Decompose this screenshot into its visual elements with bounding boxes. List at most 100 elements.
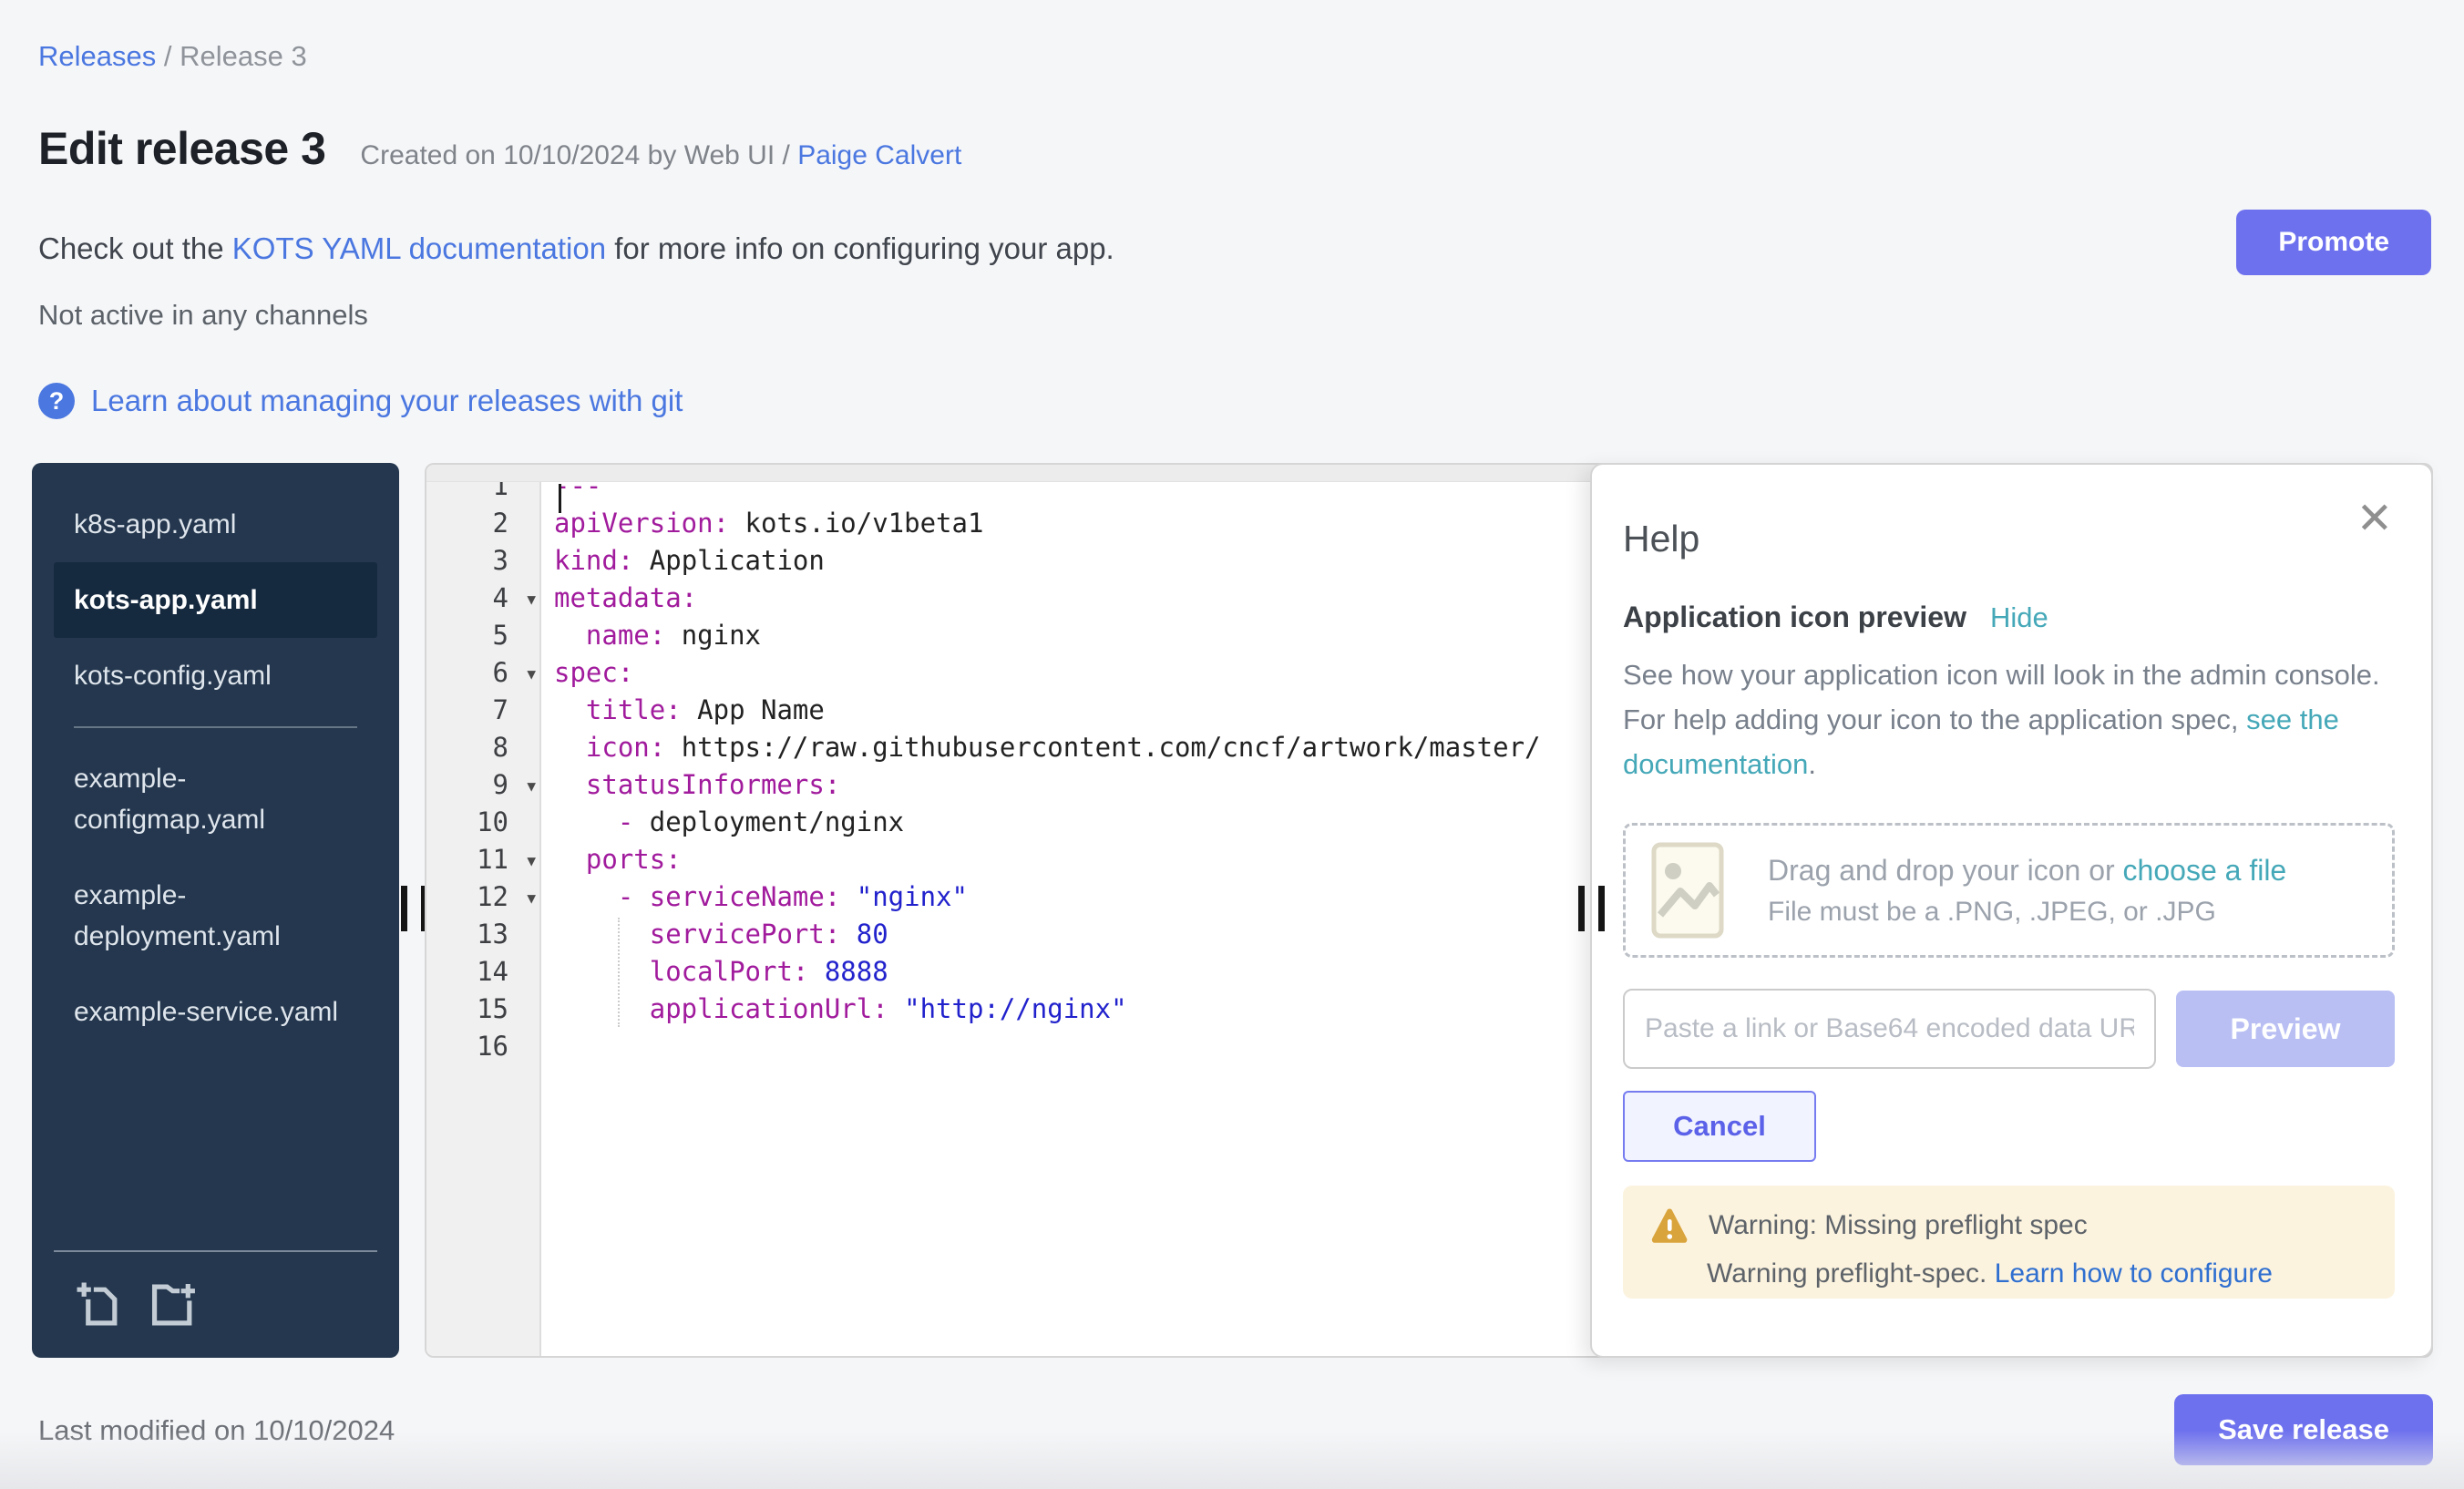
line-number: 15 (426, 991, 539, 1028)
line-number: 12▼ (426, 878, 539, 916)
warning-box: Warning: Missing preflight spec Warning … (1623, 1186, 2395, 1299)
code-text[interactable]: - deployment/nginx (539, 804, 904, 841)
code-text[interactable]: kind: Application (539, 542, 825, 580)
image-placeholder-icon (1651, 842, 1724, 939)
code-text[interactable] (539, 1028, 554, 1065)
add-folder-icon[interactable] (150, 1281, 198, 1329)
fold-arrow-icon[interactable]: ▼ (527, 580, 536, 618)
help-resize-handle[interactable] (1578, 886, 1605, 931)
warning-triangle-icon (1650, 1207, 1689, 1244)
line-number: 2 (426, 505, 539, 542)
warning-title: Warning: Missing preflight spec (1709, 1210, 2088, 1241)
breadcrumb: Releases / Release 3 (38, 40, 307, 73)
save-release-button[interactable]: Save release (2174, 1394, 2433, 1465)
icon-url-row: Preview (1623, 989, 2395, 1069)
code-text[interactable]: localPort: 8888 (539, 953, 888, 991)
breadcrumb-releases-link[interactable]: Releases (38, 40, 156, 72)
help-section-row: Application icon preview Hide (1623, 601, 2395, 634)
hide-link[interactable]: Hide (1990, 601, 2048, 634)
code-text[interactable]: statusInformers: (539, 766, 840, 804)
last-modified-text: Last modified on 10/10/2024 (38, 1414, 395, 1447)
line-number: 11▼ (426, 841, 539, 878)
page-title: Edit release 3 (38, 122, 325, 175)
code-text[interactable]: spec: (539, 654, 633, 692)
main-area: k8s-app.yamlkots-app.yamlkots-config.yam… (32, 463, 2433, 1358)
warning-body-text: Warning preflight-spec. (1707, 1258, 1995, 1289)
code-text[interactable]: icon: https://raw.githubusercontent.com/… (539, 729, 1541, 766)
help-inner: Help Application icon preview Hide See h… (1592, 465, 2431, 1299)
line-number: 16 (426, 1028, 539, 1065)
line-number: 4▼ (426, 580, 539, 617)
icon-url-input[interactable] (1623, 989, 2156, 1069)
code-text[interactable]: metadata: (539, 580, 697, 617)
question-circle-icon: ? (38, 383, 75, 419)
dropzone-line1: Drag and drop your icon or (1768, 854, 2123, 887)
line-number: 5 (426, 617, 539, 654)
line-number: 13 (426, 916, 539, 953)
code-text[interactable]: --- (539, 482, 601, 505)
dropzone-line2: File must be a .PNG, .JPEG, or .JPG (1768, 897, 2286, 928)
intro-after: for more info on configuring your app. (606, 231, 1114, 265)
breadcrumb-current: Release 3 (180, 40, 307, 72)
author-link[interactable]: Paige Calvert (797, 140, 961, 170)
breadcrumb-separator: / (156, 40, 180, 72)
created-text: Created on 10/10/2024 by Web UI / Paige … (360, 140, 961, 171)
add-file-icon[interactable] (76, 1281, 123, 1329)
promote-button[interactable]: Promote (2236, 210, 2431, 275)
cancel-button[interactable]: Cancel (1623, 1091, 1816, 1162)
dropzone-text: Drag and drop your icon or choose a file… (1768, 854, 2286, 928)
warning-configure-link[interactable]: Learn how to configure (1995, 1258, 2273, 1289)
kots-docs-link[interactable]: KOTS YAML documentation (232, 231, 606, 265)
code-text[interactable]: apiVersion: kots.io/v1beta1 (539, 505, 983, 542)
warning-body: Warning preflight-spec. Learn how to con… (1707, 1258, 2367, 1289)
help-desc-period: . (1808, 748, 1816, 780)
handle-bar (1598, 886, 1605, 931)
created-prefix: Created on 10/10/2024 by Web UI / (360, 140, 797, 170)
code-text[interactable]: - serviceName: "nginx" (539, 878, 968, 916)
line-number: 8 (426, 729, 539, 766)
line-number: 6▼ (426, 654, 539, 692)
git-help-link[interactable]: ? Learn about managing your releases wit… (38, 383, 683, 419)
icon-preview-title: Application icon preview (1623, 601, 1966, 634)
line-number: 14 (426, 953, 539, 991)
text-cursor (559, 484, 561, 513)
fold-arrow-icon[interactable]: ▼ (527, 655, 536, 693)
intro-before: Check out the (38, 231, 232, 265)
fold-arrow-icon[interactable]: ▼ (527, 879, 536, 917)
line-number: 7 (426, 692, 539, 729)
preview-button[interactable]: Preview (2176, 991, 2395, 1067)
code-text[interactable]: ports: (539, 841, 682, 878)
choose-file-link[interactable]: choose a file (2123, 854, 2287, 887)
handle-bar (401, 886, 407, 931)
channel-status: Not active in any channels (38, 299, 368, 332)
code-text[interactable]: name: nginx (539, 617, 761, 654)
fold-arrow-icon[interactable]: ▼ (527, 767, 536, 805)
line-number: 10 (426, 804, 539, 841)
help-panel: ✕ Help Application icon preview Hide See… (1590, 463, 2433, 1358)
file-item-example-configmap.yaml[interactable]: example-configmap.yaml (54, 741, 377, 857)
sidebar-resize-handle[interactable] (401, 886, 427, 931)
intro-text: Check out the KOTS YAML documentation fo… (38, 231, 1114, 266)
file-item-example-service.yaml[interactable]: example-service.yaml (54, 974, 377, 1050)
file-item-example-deployment.yaml[interactable]: example-deployment.yaml (54, 857, 377, 974)
git-help-label: Learn about managing your releases with … (91, 384, 683, 418)
line-number: 9▼ (426, 766, 539, 804)
indent-guide (618, 918, 620, 1027)
handle-bar (1578, 886, 1585, 931)
line-number: 3 (426, 542, 539, 580)
code-text[interactable]: applicationUrl: "http://nginx" (539, 991, 1127, 1028)
code-text[interactable]: servicePort: 80 (539, 916, 888, 953)
line-number: 1 (426, 482, 539, 505)
title-row: Edit release 3 Created on 10/10/2024 by … (38, 122, 961, 175)
file-item-kots-config.yaml[interactable]: kots-config.yaml (54, 638, 377, 714)
file-item-kots-app.yaml[interactable]: kots-app.yaml (54, 562, 377, 638)
file-sidebar: k8s-app.yamlkots-app.yamlkots-config.yam… (32, 463, 399, 1358)
code-text[interactable]: title: App Name (539, 692, 825, 729)
help-description: See how your application icon will look … (1623, 652, 2393, 786)
icon-dropzone[interactable]: Drag and drop your icon or choose a file… (1623, 823, 2395, 958)
file-list-divider (74, 726, 357, 728)
help-title: Help (1623, 518, 2395, 560)
fold-arrow-icon[interactable]: ▼ (527, 842, 536, 879)
file-item-k8s-app.yaml[interactable]: k8s-app.yaml (54, 487, 377, 562)
sidebar-toolbar (54, 1250, 377, 1358)
